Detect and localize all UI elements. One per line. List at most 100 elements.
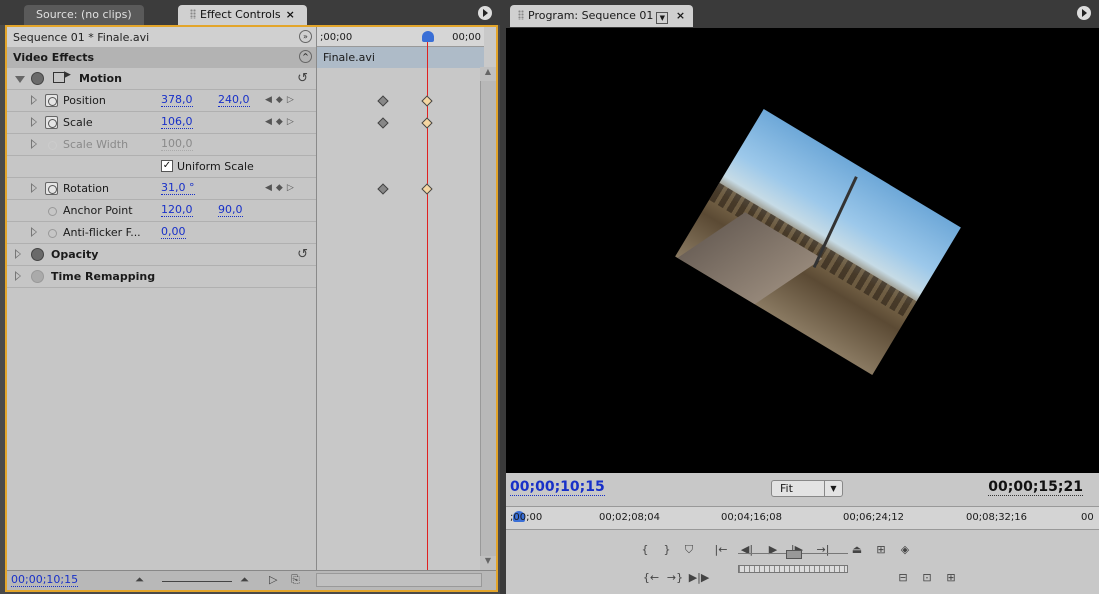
video-monitor[interactable] [506, 28, 1099, 473]
sequence-dropdown-icon[interactable]: ▼ [656, 12, 669, 24]
reset-icon[interactable]: ↺ [297, 71, 308, 86]
keyframe-scale-1[interactable] [377, 117, 389, 129]
zoom-out-icon[interactable]: ⏶ [135, 573, 144, 587]
sequence-clip-row: Sequence 01 * Finale.avi » [7, 27, 316, 47]
close-icon[interactable]: × [676, 9, 685, 22]
scale-label: Scale [63, 116, 93, 129]
fx-toggle-icon[interactable] [31, 248, 44, 261]
stopwatch-icon[interactable] [45, 204, 58, 217]
keyframe-rotation-1[interactable] [377, 183, 389, 195]
program-time-ruler[interactable]: ;00;00 00;02;08;04 00;04;16;08 00;06;24;… [506, 506, 1099, 530]
rotation-value[interactable]: 31,0 ° [161, 182, 195, 195]
set-in-icon[interactable]: { [634, 543, 656, 556]
shuttle-slider[interactable] [738, 550, 848, 559]
scale-width-value: 100,0 [161, 137, 193, 151]
property-row-anchor-point: Anchor Point 120,0 90,0 [7, 200, 316, 222]
timeline-ruler[interactable]: ;00;00 00;00 [317, 27, 484, 47]
play-in-to-out-icon[interactable]: ▶|▶ [688, 571, 710, 584]
stopwatch-icon[interactable] [45, 94, 58, 107]
expand-triangle-icon[interactable] [31, 117, 37, 127]
show-hide-timeline-icon[interactable]: » [299, 30, 312, 43]
reset-icon[interactable]: ↺ [297, 247, 308, 262]
set-out-icon[interactable]: } [656, 543, 678, 556]
current-time-display[interactable]: 00;00;10;15 [11, 574, 79, 587]
program-monitor-panel: Program: Sequence 01 ▼ × 00;00;10;15 Fit … [506, 0, 1099, 594]
position-y-value[interactable]: 240,0 [218, 94, 250, 107]
keyframe-navigator[interactable]: ◀◆▷ [265, 117, 298, 127]
tab-effect-controls[interactable]: Effect Controls × [178, 5, 307, 25]
stopwatch-icon[interactable] [45, 182, 58, 195]
go-to-prev-edit-icon[interactable]: {← [640, 571, 662, 584]
expand-triangle-icon[interactable] [31, 95, 37, 105]
play-audio-icon[interactable]: ▷ [269, 573, 277, 586]
expand-triangle-icon[interactable] [31, 139, 37, 149]
effect-row-opacity[interactable]: Opacity ↺ [7, 244, 316, 266]
expand-triangle-icon[interactable] [31, 183, 37, 193]
trim-icon[interactable]: ⊟ [892, 571, 914, 584]
uniform-scale-checkbox[interactable]: ✓ [161, 160, 173, 172]
stopwatch-icon[interactable] [45, 116, 58, 129]
scroll-up-arrow-icon[interactable]: ▲ [480, 67, 496, 81]
scale-width-label: Scale Width [63, 138, 129, 151]
playhead-handle[interactable] [422, 31, 434, 42]
left-tab-bar: Source: (no clips) Effect Controls × [0, 0, 500, 25]
expand-triangle-icon[interactable] [31, 227, 37, 237]
ruler-label: 00;06;24;12 [843, 512, 905, 523]
vertical-scrollbar[interactable] [480, 67, 496, 570]
lift-icon[interactable]: ⏏ [846, 543, 868, 556]
ruler-end-label: 00;00 [452, 32, 481, 43]
go-to-in-icon[interactable]: |← [710, 543, 732, 556]
keyframe-navigator[interactable]: ◀◆▷ [265, 183, 298, 193]
scale-value[interactable]: 106,0 [161, 116, 193, 129]
keyframe-position-1[interactable] [377, 95, 389, 107]
output-icon[interactable]: ◈ [894, 543, 916, 556]
zoom-slider[interactable] [162, 581, 232, 582]
expand-triangle-icon[interactable] [15, 76, 25, 83]
keyframe-rotation-2[interactable] [421, 183, 433, 195]
sequence-clip-label: Sequence 01 * Finale.avi [13, 31, 150, 44]
effect-row-time-remapping[interactable]: Time Remapping [7, 266, 316, 288]
effect-controls-footer: 00;00;10;15 ⏶ ⏶ ▷ ⎘ [7, 570, 496, 590]
loop-icon[interactable]: ⎘ [291, 573, 300, 587]
safe-margins-icon[interactable]: ⊞ [870, 543, 892, 556]
anchor-point-y-value[interactable]: 90,0 [218, 204, 243, 217]
tab-source[interactable]: Source: (no clips) [24, 5, 144, 25]
horizontal-scrollbar[interactable] [316, 573, 482, 587]
anti-flicker-value[interactable]: 0,00 [161, 226, 186, 239]
panel-menu-icon[interactable] [478, 6, 492, 20]
export-frame-icon[interactable]: ⊞ [940, 571, 962, 584]
go-to-next-edit-icon[interactable]: →} [664, 571, 686, 584]
effect-row-motion[interactable]: Motion ↺ [7, 68, 316, 90]
current-timecode[interactable]: 00;00;10;15 [510, 480, 605, 496]
property-row-anti-flicker: Anti-flicker F... 0,00 [7, 222, 316, 244]
fx-toggle-icon[interactable] [31, 72, 44, 85]
keyframe-scale-2[interactable] [421, 117, 433, 129]
zoom-dropdown[interactable]: Fit ▼ [771, 480, 843, 497]
panel-menu-icon[interactable] [1077, 6, 1091, 20]
ruler-label: 00 [1081, 512, 1094, 523]
extract-icon[interactable]: ⊡ [916, 571, 938, 584]
position-x-value[interactable]: 378,0 [161, 94, 193, 107]
motion-transform-icon[interactable] [53, 70, 71, 83]
expand-triangle-icon[interactable] [15, 249, 21, 259]
collapse-icon[interactable]: ^ [299, 50, 312, 63]
chevron-down-icon[interactable]: ▼ [824, 481, 842, 496]
zoom-in-icon[interactable]: ⏶ [240, 573, 249, 587]
effect-controls-timeline[interactable]: ;00;00 00;00 Finale.avi [316, 27, 484, 570]
scroll-down-arrow-icon[interactable]: ▼ [480, 556, 496, 570]
stopwatch-icon[interactable] [45, 226, 58, 239]
expand-triangle-icon[interactable] [15, 271, 21, 281]
property-row-scale: Scale 106,0 ◀◆▷ [7, 112, 316, 134]
grip-icon[interactable] [518, 10, 524, 20]
keyframe-position-2[interactable] [421, 95, 433, 107]
tab-program[interactable]: Program: Sequence 01 ▼ × [510, 5, 694, 27]
grip-icon[interactable] [190, 9, 196, 19]
anchor-point-x-value[interactable]: 120,0 [161, 204, 193, 217]
close-icon[interactable]: × [286, 8, 295, 21]
jog-wheel[interactable] [738, 565, 848, 573]
monitor-controls: 00;00;10;15 Fit ▼ 00;00;15;21 ;00;00 00;… [506, 473, 1099, 594]
anchor-point-label: Anchor Point [63, 204, 133, 217]
property-row-rotation: Rotation 31,0 ° ◀◆▷ [7, 178, 316, 200]
set-marker-icon[interactable]: ⛉ [678, 543, 700, 557]
keyframe-navigator[interactable]: ◀◆▷ [265, 95, 298, 105]
